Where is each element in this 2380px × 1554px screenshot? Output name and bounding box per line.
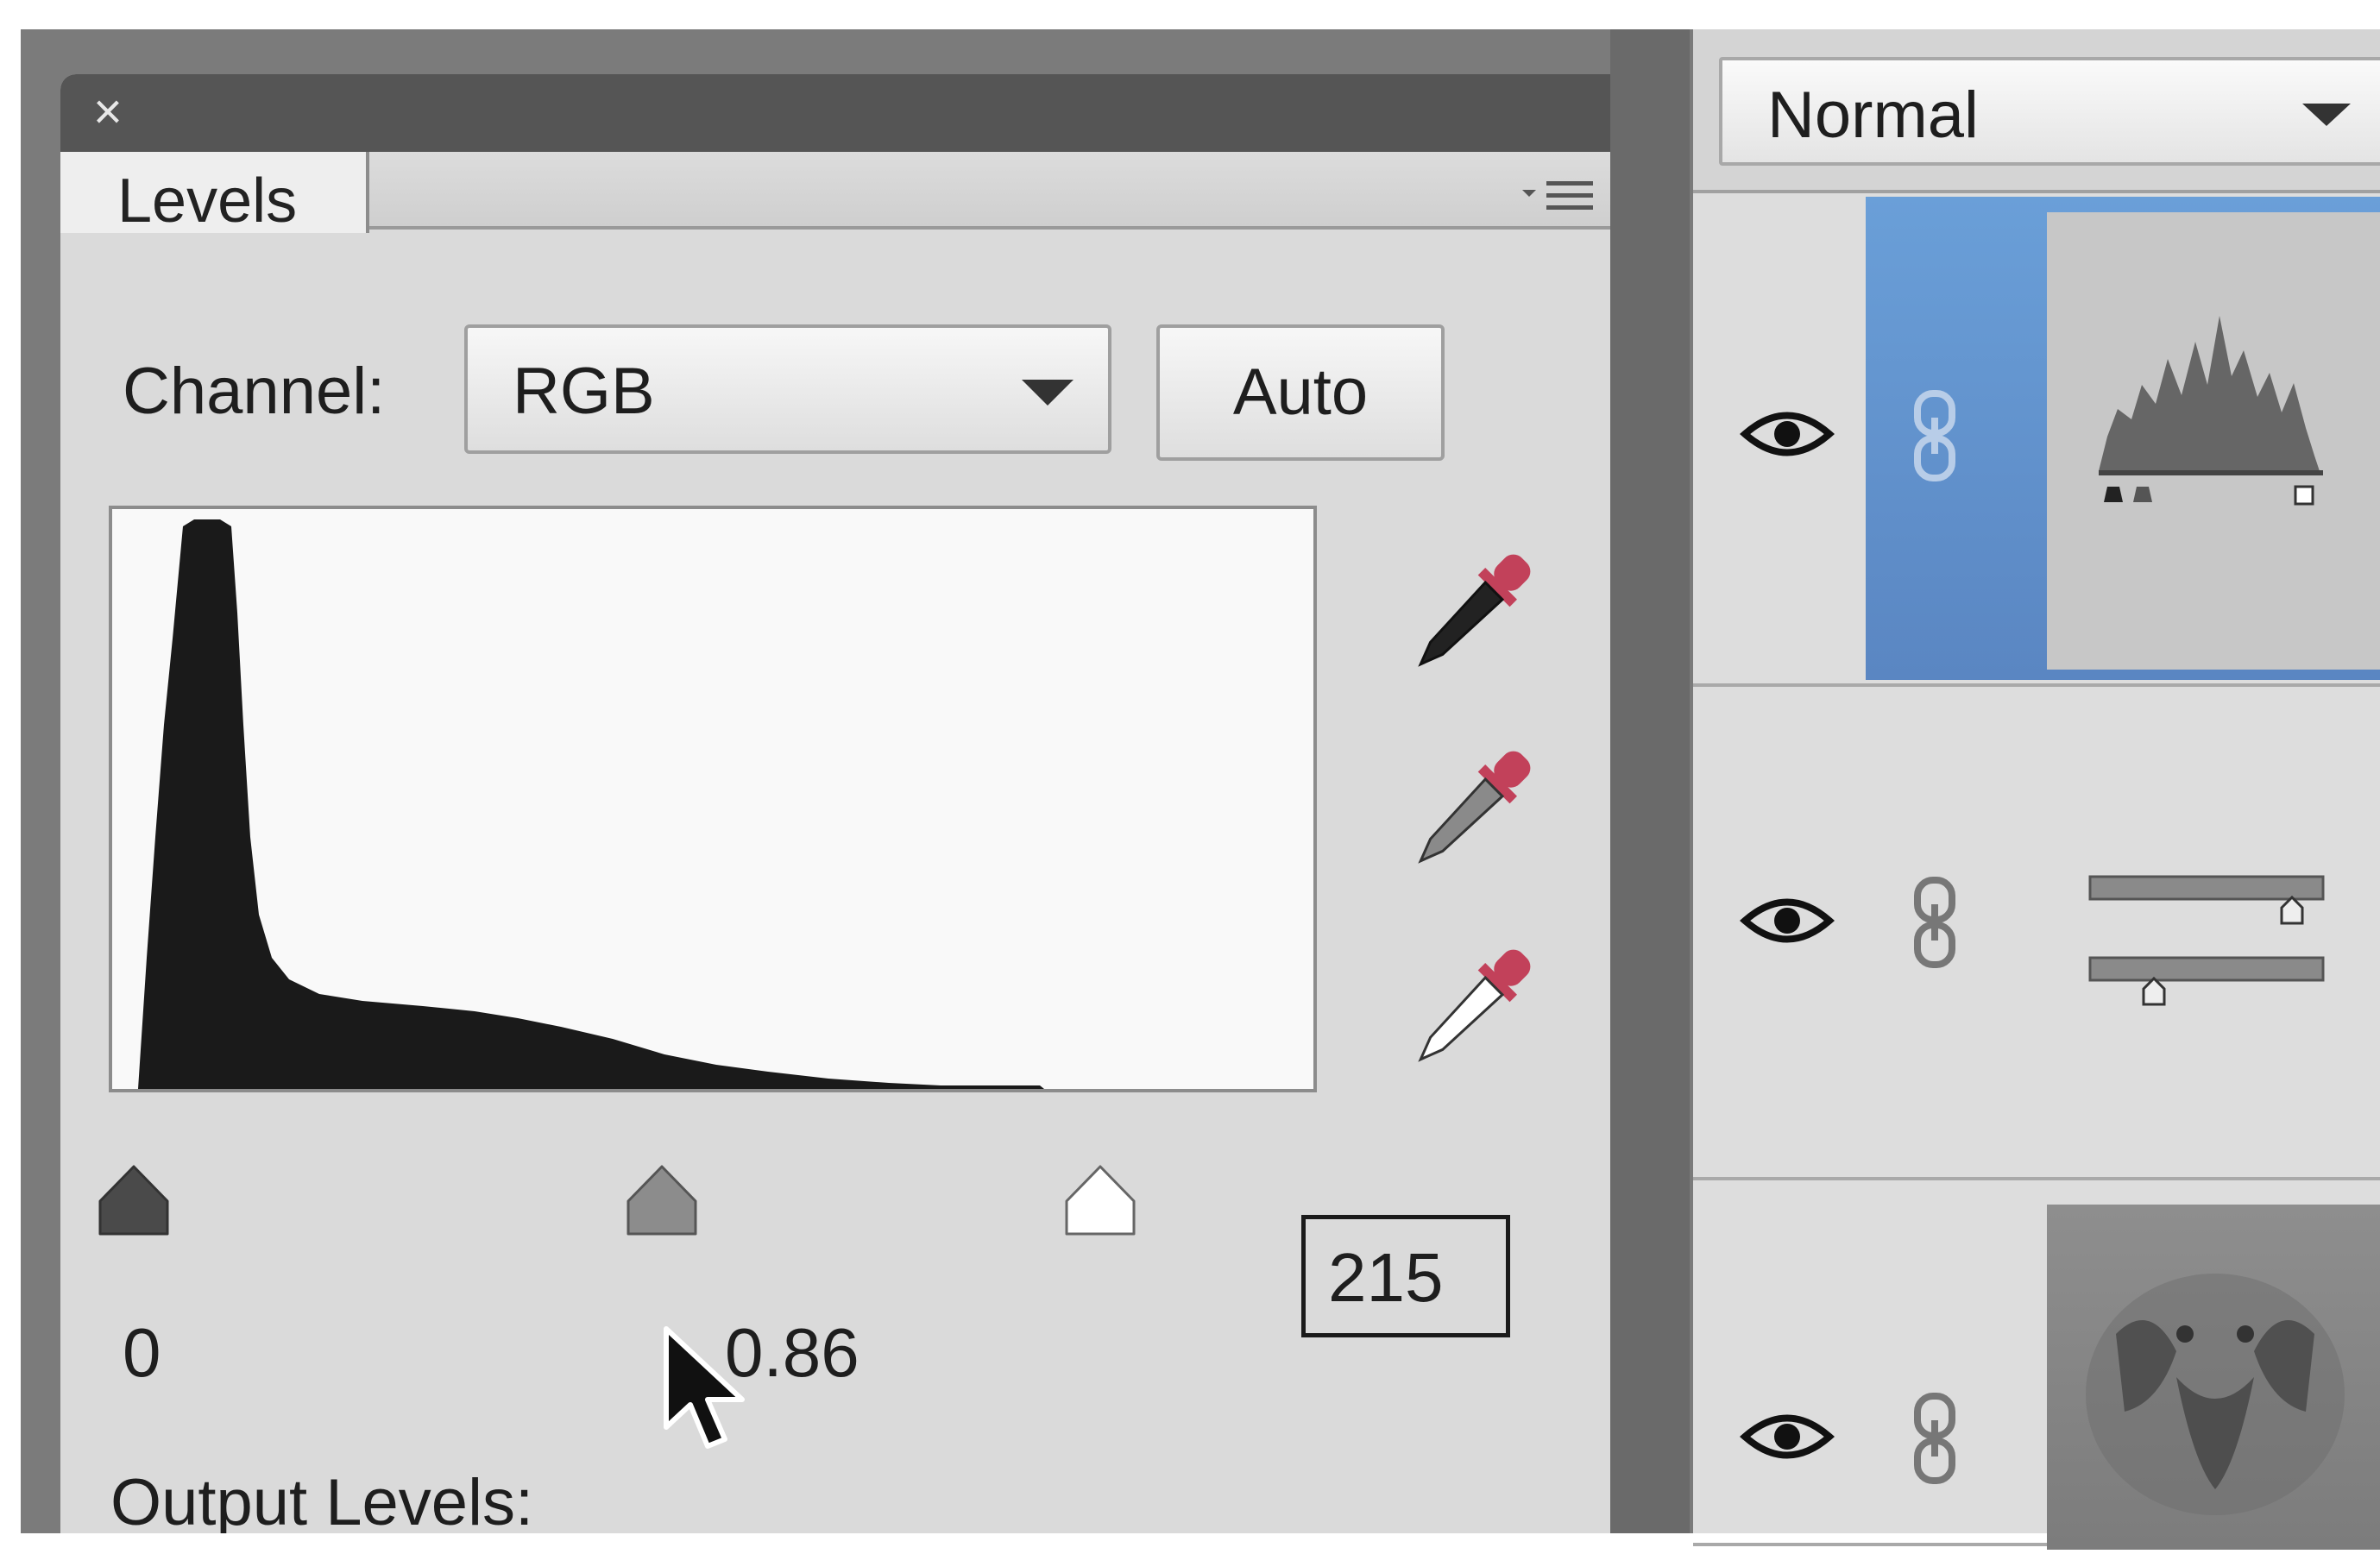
channel-select[interactable]: RGB bbox=[464, 324, 1111, 454]
histogram-display bbox=[109, 506, 1317, 1092]
levels-sliders-thumbnail bbox=[2047, 725, 2380, 1139]
chevron-down-icon bbox=[2302, 104, 2351, 126]
input-gamma-slider-handle[interactable] bbox=[623, 1161, 701, 1239]
layer-row-adjustment[interactable] bbox=[1693, 690, 2380, 1180]
panel-menu-icon[interactable] bbox=[1522, 171, 1605, 223]
input-white-value-field[interactable]: 215 bbox=[1301, 1215, 1510, 1337]
input-black-value[interactable]: 0 bbox=[123, 1313, 161, 1393]
panel-title-bar: × bbox=[60, 74, 1629, 152]
image-layer-thumbnail bbox=[2047, 1205, 2380, 1550]
link-icon[interactable] bbox=[1909, 388, 1961, 483]
layers-panel-header: Normal bbox=[1693, 29, 2380, 193]
layers-panel: Normal bbox=[1690, 29, 2380, 1550]
chevron-down-icon bbox=[1022, 380, 1074, 406]
auto-button[interactable]: Auto bbox=[1156, 324, 1445, 461]
eye-icon[interactable] bbox=[1739, 890, 1835, 951]
link-icon[interactable] bbox=[1909, 875, 1961, 970]
close-icon[interactable]: × bbox=[93, 86, 123, 138]
channel-label: Channel: bbox=[123, 355, 386, 428]
layer-row-levels-adjustment[interactable] bbox=[1693, 197, 2380, 687]
set-white-point-eyedropper-icon[interactable] bbox=[1381, 927, 1553, 1099]
input-black-slider-handle[interactable] bbox=[95, 1161, 173, 1239]
link-icon[interactable] bbox=[1909, 1391, 1961, 1486]
tab-levels-label: Levels bbox=[117, 167, 298, 236]
blend-mode-value: Normal bbox=[1767, 79, 1979, 152]
channel-select-value: RGB bbox=[513, 355, 655, 428]
input-white-slider-handle[interactable] bbox=[1061, 1161, 1139, 1239]
set-black-point-eyedropper-icon[interactable] bbox=[1381, 532, 1553, 704]
mouse-pointer-icon bbox=[659, 1324, 763, 1462]
panel-divider[interactable] bbox=[1610, 29, 1690, 1533]
levels-adjustment-thumbnail bbox=[2047, 212, 2380, 670]
tab-levels[interactable]: Levels bbox=[60, 152, 369, 236]
layer-row-image[interactable] bbox=[1693, 1184, 2380, 1550]
blend-mode-select[interactable]: Normal bbox=[1719, 57, 2380, 166]
levels-panel: × Levels Channel: RGB Auto 0 0.86 215 Ou… bbox=[60, 74, 1629, 1533]
tab-strip: Levels bbox=[60, 152, 1629, 236]
eye-icon[interactable] bbox=[1739, 404, 1835, 464]
set-gray-point-eyedropper-icon[interactable] bbox=[1381, 728, 1553, 901]
output-levels-label: Output Levels: bbox=[110, 1466, 534, 1533]
eye-icon[interactable] bbox=[1739, 1406, 1835, 1467]
